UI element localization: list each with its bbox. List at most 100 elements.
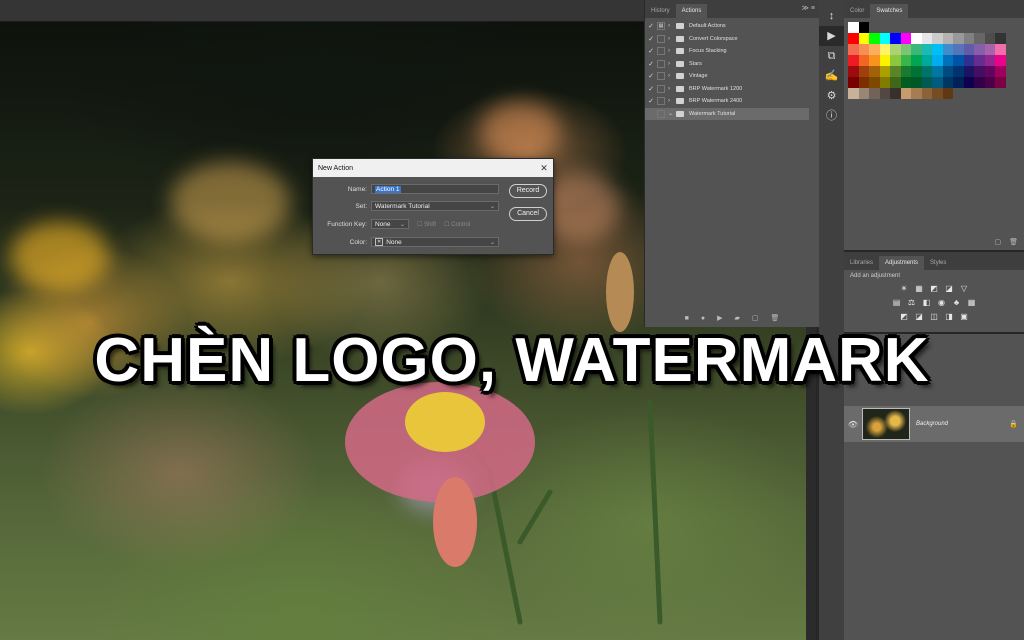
action-set-item-selected[interactable]: ⌄ Watermark Tutorial bbox=[645, 107, 809, 120]
tab-adjustments[interactable]: Adjustments bbox=[879, 256, 925, 270]
swatch[interactable] bbox=[974, 66, 985, 77]
swatch[interactable] bbox=[984, 77, 995, 88]
swatch[interactable] bbox=[869, 66, 880, 77]
tab-swatches[interactable]: Swatches bbox=[870, 4, 909, 18]
selective-color-icon[interactable]: ▣ bbox=[959, 311, 970, 322]
swatch[interactable] bbox=[900, 66, 911, 77]
swatch[interactable] bbox=[858, 33, 869, 44]
dialog-toggle-icon[interactable] bbox=[657, 109, 665, 118]
expand-icon[interactable]: ⌄ bbox=[668, 110, 676, 117]
history-icon[interactable]: ↕ bbox=[819, 6, 844, 26]
swatch[interactable] bbox=[848, 77, 859, 88]
swatch[interactable] bbox=[890, 77, 901, 88]
expand-icon[interactable]: › bbox=[668, 98, 676, 104]
swatch[interactable] bbox=[848, 33, 859, 44]
swatch[interactable] bbox=[890, 88, 901, 99]
swatch[interactable] bbox=[932, 33, 943, 44]
swatch[interactable] bbox=[942, 77, 953, 88]
dialog-toggle-icon[interactable] bbox=[657, 59, 665, 68]
swatch[interactable] bbox=[953, 33, 964, 44]
swatch[interactable] bbox=[942, 66, 953, 77]
swatch[interactable] bbox=[858, 55, 869, 66]
photo-filter-icon[interactable]: ◉ bbox=[936, 297, 947, 308]
check-icon[interactable]: ✓ bbox=[645, 60, 657, 68]
channel-mixer-icon[interactable]: ♣ bbox=[951, 297, 962, 308]
swatch[interactable] bbox=[890, 33, 901, 44]
swatch[interactable] bbox=[995, 66, 1006, 77]
black-white-icon[interactable]: ◧ bbox=[921, 297, 932, 308]
swatch[interactable] bbox=[995, 77, 1006, 88]
check-icon[interactable]: ✓ bbox=[645, 97, 657, 105]
action-set-item[interactable]: ✓ › Vintage bbox=[645, 70, 819, 83]
color-balance-icon[interactable]: ⚖ bbox=[906, 297, 917, 308]
lock-icon[interactable]: 🔒 bbox=[1009, 420, 1018, 428]
swatch[interactable] bbox=[890, 44, 901, 55]
swatch[interactable] bbox=[942, 44, 953, 55]
dialog-toggle-icon[interactable] bbox=[657, 47, 665, 56]
swatch[interactable] bbox=[848, 66, 859, 77]
swatch[interactable] bbox=[869, 77, 880, 88]
gradient-map-icon[interactable]: ◨ bbox=[944, 311, 955, 322]
swatch[interactable] bbox=[900, 88, 911, 99]
swatch[interactable] bbox=[921, 88, 932, 99]
swatch[interactable] bbox=[995, 33, 1006, 44]
swatch[interactable] bbox=[911, 33, 922, 44]
swatch[interactable] bbox=[942, 33, 953, 44]
expand-icon[interactable]: › bbox=[668, 48, 676, 54]
swatch[interactable] bbox=[984, 44, 995, 55]
swatch[interactable] bbox=[932, 44, 943, 55]
swatch[interactable] bbox=[932, 88, 943, 99]
action-set-item[interactable]: ✓ › Stars bbox=[645, 58, 819, 71]
swatch[interactable] bbox=[932, 55, 943, 66]
swatch[interactable] bbox=[963, 44, 974, 55]
swatch[interactable] bbox=[984, 66, 995, 77]
swatch[interactable] bbox=[921, 33, 932, 44]
properties-icon[interactable]: ⚙ bbox=[819, 86, 844, 106]
function-key-select[interactable]: None ⌄ bbox=[371, 219, 409, 229]
levels-icon[interactable]: ▦ bbox=[914, 283, 925, 294]
swatch[interactable] bbox=[932, 66, 943, 77]
swatch[interactable] bbox=[974, 77, 985, 88]
swatch[interactable] bbox=[984, 55, 995, 66]
swatch[interactable] bbox=[858, 66, 869, 77]
action-set-item[interactable]: ✓ › BRP Watermark 1200 bbox=[645, 83, 819, 96]
eye-icon[interactable]: 👁 bbox=[844, 420, 862, 429]
clone-source-icon[interactable]: ⧉ bbox=[819, 46, 844, 66]
trash-icon[interactable]: 🗑 bbox=[770, 314, 779, 322]
swatch[interactable] bbox=[911, 77, 922, 88]
folder-icon[interactable]: ▰ bbox=[734, 314, 739, 322]
record-icon[interactable]: ● bbox=[701, 315, 705, 322]
info-icon[interactable]: ⓘ bbox=[819, 106, 844, 126]
dialog-toggle-icon[interactable] bbox=[657, 84, 665, 93]
expand-icon[interactable]: › bbox=[668, 73, 676, 79]
swatch[interactable] bbox=[911, 44, 922, 55]
swatch[interactable] bbox=[921, 44, 932, 55]
swatch[interactable] bbox=[963, 77, 974, 88]
swatch[interactable] bbox=[869, 33, 880, 44]
shift-checkbox[interactable]: ☐ Shift bbox=[417, 221, 436, 228]
swatch[interactable] bbox=[942, 88, 953, 99]
expand-icon[interactable]: › bbox=[668, 23, 676, 29]
new-icon[interactable]: ▢ bbox=[752, 314, 759, 322]
swatch[interactable] bbox=[900, 55, 911, 66]
tab-styles[interactable]: Styles bbox=[924, 256, 952, 270]
check-icon[interactable]: ✓ bbox=[645, 22, 657, 30]
swatch[interactable] bbox=[869, 44, 880, 55]
dialog-toggle-icon[interactable] bbox=[657, 72, 665, 81]
posterize-icon[interactable]: ◪ bbox=[914, 311, 925, 322]
swatch[interactable] bbox=[890, 66, 901, 77]
close-icon[interactable]: ✕ bbox=[535, 163, 553, 174]
swatch[interactable] bbox=[911, 66, 922, 77]
swatch[interactable] bbox=[953, 66, 964, 77]
swatch[interactable] bbox=[963, 33, 974, 44]
swatch[interactable] bbox=[858, 77, 869, 88]
brightness-icon[interactable]: ☀ bbox=[899, 283, 910, 294]
swatch[interactable] bbox=[879, 44, 890, 55]
swatch[interactable] bbox=[921, 77, 932, 88]
swatch[interactable] bbox=[953, 44, 964, 55]
cancel-button[interactable]: Cancel bbox=[509, 207, 547, 221]
swatch[interactable] bbox=[848, 88, 859, 99]
swatch[interactable] bbox=[879, 33, 890, 44]
swatch[interactable] bbox=[974, 33, 985, 44]
swatch[interactable] bbox=[858, 88, 869, 99]
